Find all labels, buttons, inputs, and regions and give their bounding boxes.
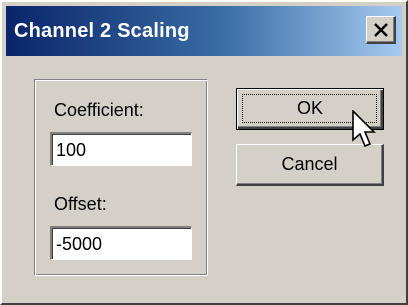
cancel-button-label: Cancel (281, 154, 338, 174)
coefficient-field[interactable]: 100 (50, 132, 192, 166)
close-button[interactable] (366, 16, 396, 44)
coefficient-label: Coefficient: (54, 100, 144, 120)
offset-label: Offset: (54, 194, 107, 214)
scaling-dialog: Channel 2 Scaling Coefficient: 100 Offse… (0, 0, 408, 305)
title-bar[interactable]: Channel 2 Scaling (6, 6, 402, 56)
dialog-title: Channel 2 Scaling (14, 20, 190, 42)
close-icon (374, 23, 388, 37)
offset-field[interactable]: -5000 (50, 226, 192, 260)
mouse-pointer-icon (352, 110, 376, 148)
